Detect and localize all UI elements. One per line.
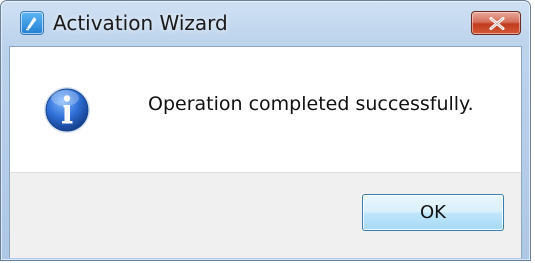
dialog-message: Operation completed successfully. [148,93,474,115]
close-button[interactable] [471,11,521,35]
ok-button[interactable]: OK [362,194,504,231]
button-bar: OK [10,172,521,258]
close-x-icon [489,17,505,30]
dialog-window: Activation Wizard Operation completed su… [0,0,531,261]
dialog-client-area: Operation completed successfully. OK [9,46,522,258]
wizard-app-icon [21,12,43,34]
window-title: Activation Wizard [53,11,228,35]
message-panel: Operation completed successfully. [10,47,521,172]
information-icon [44,87,90,133]
title-bar[interactable]: Activation Wizard [1,1,530,45]
